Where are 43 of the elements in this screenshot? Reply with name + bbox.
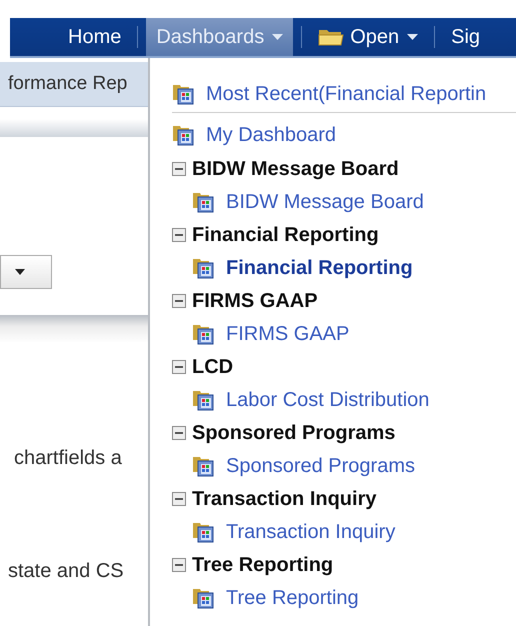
group-heading: BIDW Message Board — [192, 158, 399, 180]
dashboard-icon — [192, 322, 216, 346]
dashboard-link[interactable]: BIDW Message Board — [226, 190, 424, 214]
body-text: state and CS — [8, 560, 125, 583]
page-tab[interactable]: formance Rep — [8, 73, 128, 95]
dashboard-icon — [172, 82, 196, 106]
collapse-icon[interactable] — [172, 162, 186, 176]
group-heading: Sponsored Programs — [192, 422, 396, 444]
collapse-icon[interactable] — [172, 228, 186, 242]
collapse-icon[interactable] — [172, 360, 186, 374]
dashboard-link[interactable]: FIRMS GAAP — [226, 322, 350, 346]
menu-item[interactable]: Most Recent(Financial Reportin — [206, 82, 486, 106]
dashboard-icon — [192, 388, 216, 412]
collapse-icon[interactable] — [172, 492, 186, 506]
caret-icon — [407, 34, 418, 40]
group-heading: Financial Reporting — [192, 224, 379, 246]
folder-icon — [318, 27, 344, 47]
nav-link[interactable]: Sig — [443, 18, 488, 56]
dashboard-icon — [192, 454, 216, 478]
dashboard-link[interactable]: Sponsored Programs — [226, 454, 415, 478]
collapse-icon[interactable] — [172, 426, 186, 440]
nav-menu[interactable]: Open — [310, 18, 426, 56]
nav-link[interactable]: Home — [60, 18, 130, 56]
dashboard-icon — [192, 520, 216, 544]
menu-item[interactable]: My Dashboard — [206, 124, 336, 146]
dashboard-icon — [172, 123, 196, 147]
collapse-icon[interactable] — [172, 294, 186, 308]
group-heading: Transaction Inquiry — [192, 488, 376, 510]
group-heading: FIRMS GAAP — [192, 290, 318, 312]
nav-menu[interactable]: Dashboards — [146, 18, 294, 56]
dashboard-link[interactable]: Labor Cost Distribution — [226, 388, 430, 412]
group-heading: Tree Reporting — [192, 554, 334, 576]
caret-icon — [272, 34, 284, 40]
dashboard-link[interactable]: Transaction Inquiry — [226, 520, 396, 544]
dashboard-icon — [192, 586, 216, 610]
dashboard-link[interactable]: Tree Reporting — [226, 586, 359, 610]
body-text: chartfields a — [14, 447, 123, 470]
dashboard-icon — [192, 256, 216, 280]
group-heading: LCD — [192, 356, 234, 378]
caret-icon — [15, 269, 25, 275]
dashboard-icon — [192, 190, 216, 214]
dashboard-link[interactable]: Financial Reporting — [226, 256, 413, 280]
collapse-icon[interactable] — [172, 558, 186, 572]
